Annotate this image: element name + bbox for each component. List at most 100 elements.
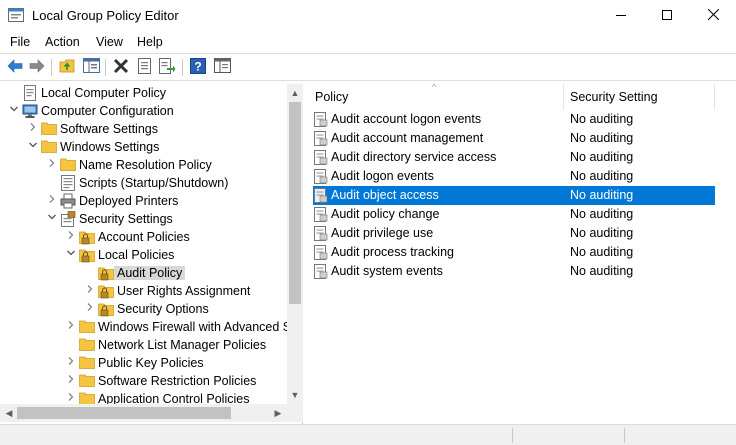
scroll-left-icon[interactable]: ◀: [1, 405, 17, 421]
tree-item[interactable]: Security Settings: [0, 210, 290, 228]
tree-item[interactable]: Windows Firewall with Advanced S: [0, 318, 291, 336]
tree-item[interactable]: Network List Manager Policies: [0, 336, 290, 354]
tree-item[interactable]: User Rights Assignment: [0, 282, 290, 300]
back-button[interactable]: [6, 58, 24, 76]
chevron-down-icon[interactable]: [27, 140, 39, 154]
svg-text:?: ?: [194, 59, 201, 73]
chevron-right-icon[interactable]: [84, 302, 96, 316]
toolbar-separator: [51, 59, 52, 76]
list-header: ^ Policy Security Setting: [306, 82, 736, 110]
tree-item[interactable]: Windows Settings: [0, 138, 290, 156]
policy-list[interactable]: ^ Policy Security Setting Audit account …: [306, 82, 736, 424]
policy-setting-icon: [314, 150, 328, 165]
policy-security-setting: No auditing: [570, 264, 634, 278]
chevron-down-icon[interactable]: [65, 248, 77, 262]
policy-name: Audit process tracking: [331, 245, 454, 259]
forward-button[interactable]: [28, 58, 46, 76]
folder-icon: [41, 121, 57, 137]
title-bar[interactable]: Local Group Policy Editor: [0, 0, 736, 31]
console-tree[interactable]: Local Computer Policy Computer Configurat…: [0, 84, 303, 424]
properties-button[interactable]: [135, 57, 153, 77]
policy-row[interactable]: Audit logon events No auditing: [313, 167, 715, 186]
folder-icon: [79, 319, 95, 335]
tree-item[interactable]: Local Policies: [0, 246, 290, 264]
extended-view-button[interactable]: [213, 58, 231, 76]
chevron-right-icon[interactable]: [65, 230, 77, 244]
column-policy[interactable]: Policy: [315, 90, 348, 104]
policy-row[interactable]: Audit account management No auditing: [313, 129, 715, 148]
scroll-up-icon[interactable]: ▲: [287, 85, 303, 101]
chevron-down-icon[interactable]: [8, 104, 20, 118]
up-folder-button[interactable]: [58, 58, 76, 76]
tree-item[interactable]: Security Options: [0, 300, 290, 318]
tree-item[interactable]: Software Restriction Policies: [0, 372, 290, 390]
policy-row[interactable]: Audit policy change No auditing: [313, 205, 715, 224]
column-divider[interactable]: [714, 84, 715, 110]
policy-security-setting: No auditing: [570, 245, 634, 259]
policy-row[interactable]: Audit directory service access No auditin…: [313, 148, 715, 167]
menu-file[interactable]: File: [10, 35, 30, 49]
window-title: Local Group Policy Editor: [32, 8, 179, 23]
delete-button[interactable]: [112, 58, 130, 76]
policy-row[interactable]: Audit object access No auditing: [313, 186, 715, 205]
tree-item-label: Windows Settings: [60, 140, 160, 154]
scrollbar-thumb[interactable]: [17, 407, 231, 419]
tree-vertical-scrollbar[interactable]: ▲ ▼: [287, 84, 303, 406]
chevron-right-icon[interactable]: [46, 158, 58, 172]
tree-item[interactable]: Scripts (Startup/Shutdown): [0, 174, 290, 192]
computer-icon: [22, 103, 38, 119]
chevron-right-icon[interactable]: [65, 320, 77, 334]
policy-setting-icon: [314, 226, 328, 241]
scroll-right-icon[interactable]: ▶: [270, 405, 286, 421]
menu-action[interactable]: Action: [45, 35, 80, 49]
chevron-right-icon[interactable]: [46, 194, 58, 208]
tree-item[interactable]: Deployed Printers: [0, 192, 290, 210]
chevron-right-icon[interactable]: [65, 356, 77, 370]
policy-row[interactable]: Audit privilege use No auditing: [313, 224, 715, 243]
close-button[interactable]: [690, 0, 736, 31]
chevron-right-icon[interactable]: [84, 284, 96, 298]
policy-row[interactable]: Audit process tracking No auditing: [313, 243, 715, 262]
tree-item-label: Security Settings: [79, 212, 173, 226]
policy-setting-icon: [314, 188, 328, 203]
help-button[interactable]: ?: [189, 57, 207, 76]
maximize-button[interactable]: [644, 0, 690, 31]
tree-item[interactable]: Computer Configuration: [0, 102, 290, 120]
tree-item[interactable]: Audit Policy: [0, 264, 290, 282]
tree-item[interactable]: Local Computer Policy: [0, 84, 290, 102]
scrollbar-thumb[interactable]: [289, 102, 301, 304]
show-hide-tree-button[interactable]: [82, 58, 100, 76]
chevron-right-icon[interactable]: [27, 122, 39, 136]
policy-security-setting: No auditing: [570, 150, 634, 164]
status-separator: [512, 428, 513, 443]
policy-row[interactable]: Audit system events No auditing: [313, 262, 715, 281]
menu-help[interactable]: Help: [137, 35, 163, 49]
status-bar: [0, 424, 736, 445]
tree-horizontal-scrollbar[interactable]: ◀ ▶: [0, 404, 303, 422]
policy-name: Audit system events: [331, 264, 443, 278]
tree-item-label: Security Options: [117, 302, 209, 316]
policy-row[interactable]: Audit account logon events No auditing: [313, 110, 715, 129]
chevron-down-icon[interactable]: [46, 212, 58, 226]
scroll-down-icon[interactable]: ▼: [287, 387, 303, 403]
sort-ascending-icon: ^: [432, 82, 437, 92]
column-divider[interactable]: [563, 84, 564, 110]
tree-item[interactable]: Public Key Policies: [0, 354, 290, 372]
menu-view[interactable]: View: [96, 35, 123, 49]
minimize-button[interactable]: [598, 0, 644, 31]
properties-icon: [137, 57, 152, 77]
locked-folder-icon: [79, 247, 95, 263]
group-policy-icon: [8, 8, 24, 22]
policy-security-setting: No auditing: [570, 188, 634, 202]
tree-item[interactable]: Name Resolution Policy: [0, 156, 290, 174]
tree-item-label: Name Resolution Policy: [79, 158, 212, 172]
chevron-right-icon[interactable]: [65, 374, 77, 388]
export-list-button[interactable]: [158, 57, 176, 76]
tree-item[interactable]: Account Policies: [0, 228, 290, 246]
toolbar-separator: [182, 59, 183, 76]
policy-name: Audit object access: [331, 188, 439, 202]
column-security-setting[interactable]: Security Setting: [570, 90, 658, 104]
tree-item-label: Deployed Printers: [79, 194, 179, 208]
policy-setting-icon: [314, 169, 328, 184]
tree-item[interactable]: Software Settings: [0, 120, 290, 138]
